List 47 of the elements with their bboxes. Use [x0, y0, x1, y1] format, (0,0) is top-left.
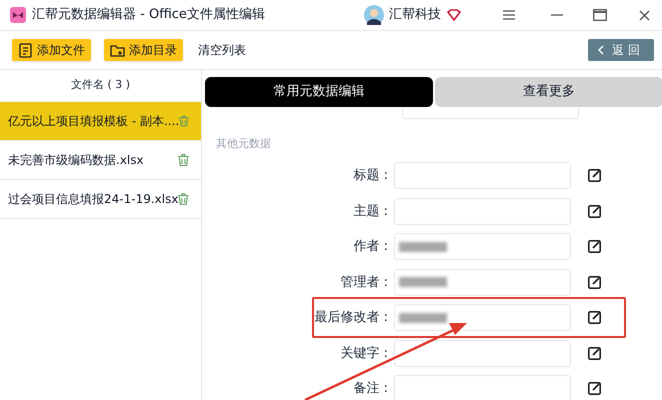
add-button[interactable]: 添加目录 [104, 39, 183, 61]
field-label: 标题 : [353, 167, 388, 185]
section-title: 其他元数据 [215, 136, 272, 152]
trash-icon[interactable] [178, 154, 189, 166]
chevron-left-icon [598, 45, 604, 55]
file-row[interactable]: 亿元以上项目填报模板 - 副本.... [0, 102, 201, 141]
field-label: 管理者 : [340, 274, 388, 292]
folder-icon [110, 42, 125, 58]
diamond-icon[interactable] [447, 9, 461, 21]
back-button[interactable]: 返回 [588, 39, 654, 61]
app-logo-icon [10, 7, 26, 23]
edit-icon[interactable] [588, 240, 601, 254]
close-icon[interactable] [639, 10, 650, 20]
input-field[interactable] [394, 162, 571, 190]
field-label: 最后修改者 : [314, 309, 388, 327]
field-label: 关键字 : [340, 344, 388, 362]
file-name: 亿元以上项目填报模板 - 副本.... [8, 113, 180, 130]
add-button[interactable]: 添加文件 [12, 39, 91, 61]
tab[interactable]: 常用元数据编辑 [205, 77, 433, 107]
document-icon [18, 42, 33, 58]
menu-icon[interactable] [503, 10, 515, 20]
file-name: 过会项目信息填报24-1-19.xlsx [8, 191, 178, 208]
edit-icon[interactable] [588, 276, 601, 289]
input-field[interactable] [394, 233, 571, 260]
maximize-icon[interactable] [593, 9, 607, 21]
edit-icon[interactable] [588, 311, 601, 324]
file-name: 未完善市级编码数据.xlsx [8, 152, 145, 169]
field-label: 备注 : [353, 380, 388, 398]
tab[interactable]: 查看更多 [435, 77, 662, 107]
field-label: 作者 : [353, 238, 388, 256]
input-field[interactable] [394, 304, 571, 332]
clear-list-button[interactable]: 清空列表 [198, 41, 246, 59]
input-field[interactable] [402, 108, 579, 119]
input-field[interactable] [394, 198, 571, 225]
input-field[interactable] [394, 375, 571, 400]
minimize-icon[interactable] [551, 14, 563, 16]
field-label: 主题 : [353, 202, 388, 220]
input-field[interactable] [394, 340, 571, 367]
avatar-icon[interactable] [364, 5, 384, 25]
edit-icon[interactable] [588, 382, 601, 396]
trash-icon[interactable] [178, 193, 189, 205]
input-field[interactable] [394, 268, 571, 296]
edit-icon[interactable] [588, 204, 601, 218]
edit-icon[interactable] [588, 346, 601, 360]
user-name: 汇帮科技 [389, 6, 441, 24]
window-title: 汇帮元数据编辑器 - Office文件属性编辑 [32, 6, 265, 24]
edit-icon[interactable] [588, 169, 601, 182]
